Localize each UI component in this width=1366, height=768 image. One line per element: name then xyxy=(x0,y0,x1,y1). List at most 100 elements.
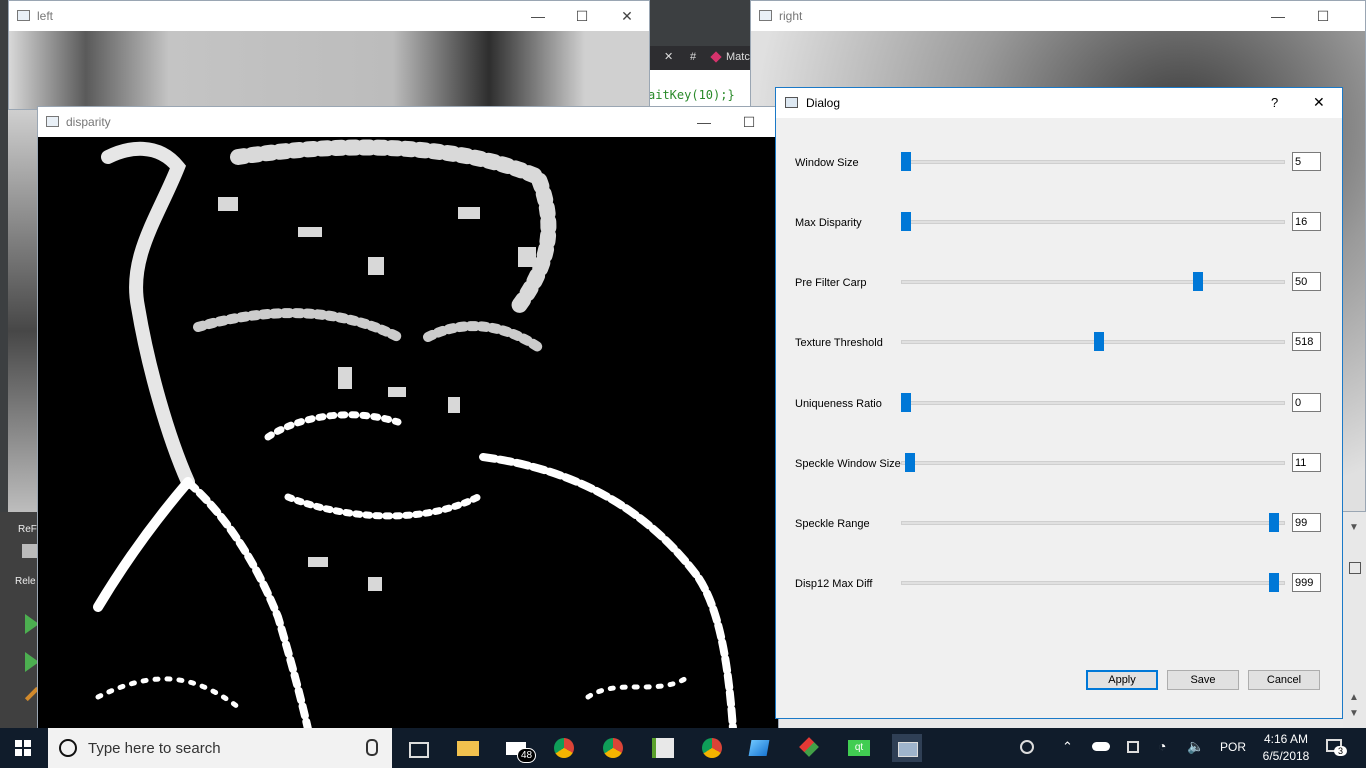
slider-handle[interactable] xyxy=(1193,272,1203,291)
slider-handle[interactable] xyxy=(1269,573,1279,592)
maximize-icon[interactable]: ☐ xyxy=(726,107,772,137)
app-icon xyxy=(759,10,772,21)
slider-value-field[interactable]: 50 xyxy=(1292,272,1321,291)
slider-value-field[interactable]: 11 xyxy=(1292,453,1321,472)
volume-icon[interactable]: 🔈 xyxy=(1187,738,1204,755)
slider-value-field[interactable]: 999 xyxy=(1292,573,1321,592)
slider-value-field[interactable]: 99 xyxy=(1292,513,1321,532)
scroll-down-icon[interactable]: ▼ xyxy=(1349,522,1359,533)
slider-handle[interactable] xyxy=(901,212,911,231)
cortana-icon xyxy=(59,739,77,757)
slider-label: Disp12 Max Diff xyxy=(795,578,873,590)
monitor-icon[interactable] xyxy=(22,544,38,558)
ide-left-panel: ReF Rele xyxy=(0,512,40,728)
slider-handle[interactable] xyxy=(1094,332,1104,351)
left-titlebar[interactable]: left — ☐ ✕ xyxy=(9,1,649,31)
close-icon[interactable]: ✕ xyxy=(604,1,650,31)
slider-value-field[interactable]: 16 xyxy=(1292,212,1321,231)
left-window-title: left xyxy=(37,9,54,23)
chrome-profile-icon[interactable] xyxy=(600,734,628,762)
right-scrollbar[interactable]: ▼ ▲ ▼ xyxy=(1343,510,1366,728)
slider-label: Pre Filter Carp xyxy=(795,277,867,289)
tab-match-icon xyxy=(710,51,722,63)
slider-label: Max Disparity xyxy=(795,217,862,229)
mail-icon[interactable]: 48 xyxy=(503,734,537,763)
dialog-app-taskbar-icon[interactable] xyxy=(892,734,922,762)
maximize-icon[interactable]: ☐ xyxy=(559,1,605,31)
slider-label: Window Size xyxy=(795,157,859,169)
qt-creator-icon[interactable]: qt xyxy=(845,734,873,762)
paint-app-icon[interactable] xyxy=(746,734,774,762)
minimize-icon[interactable]: — xyxy=(515,1,561,31)
slider-track[interactable] xyxy=(901,220,1285,224)
tab-match[interactable]: Matc xyxy=(726,51,750,63)
slider-handle[interactable] xyxy=(901,152,911,171)
editor-tab-strip: ✕ # Matc xyxy=(650,46,760,70)
slider-value-field[interactable]: 5 xyxy=(1292,152,1321,171)
chrome-icon[interactable] xyxy=(551,734,579,762)
taskbar-search-box[interactable]: Type here to search xyxy=(48,728,392,768)
slider-track[interactable] xyxy=(901,521,1285,525)
dialog-app-icon xyxy=(785,97,798,108)
close-button[interactable]: ✕ xyxy=(1313,94,1325,111)
code-line: aitKey(10);} xyxy=(648,88,735,102)
dialog-titlebar[interactable]: Dialog ? ✕ xyxy=(776,88,1342,118)
right-window-title: right xyxy=(779,9,803,23)
left-camera-image xyxy=(9,31,649,109)
slider-label: Speckle Window Size xyxy=(795,458,901,470)
scroll-down-icon-2[interactable]: ▼ xyxy=(1349,708,1359,719)
disparity-titlebar[interactable]: disparity — ☐ xyxy=(38,107,778,137)
task-view-icon[interactable] xyxy=(404,734,432,762)
slider-track[interactable] xyxy=(901,401,1285,405)
slider-handle[interactable] xyxy=(901,393,911,412)
windows-start-icon[interactable] xyxy=(15,740,31,756)
scroll-minimize-icon[interactable] xyxy=(1349,562,1361,574)
tab-hash[interactable]: # xyxy=(690,51,696,63)
clock-date[interactable]: 6/5/2018 xyxy=(1256,749,1316,763)
minimize-icon[interactable]: — xyxy=(681,107,727,137)
help-button[interactable]: ? xyxy=(1271,95,1278,110)
slider-track[interactable] xyxy=(901,340,1285,344)
notification-badge: 3 xyxy=(1334,746,1348,756)
slider-handle[interactable] xyxy=(1269,513,1279,532)
git-app-icon[interactable] xyxy=(796,734,824,762)
ide-label-release: Rele xyxy=(15,576,36,587)
chevron-up-icon[interactable]: ⌃ xyxy=(1062,739,1073,755)
wifi-icon[interactable]: ◔ xyxy=(1158,738,1166,754)
slider-track[interactable] xyxy=(901,160,1285,164)
people-icon[interactable] xyxy=(1020,740,1034,754)
clock-time[interactable]: 4:16 AM xyxy=(1260,732,1312,746)
onedrive-icon[interactable] xyxy=(1092,742,1110,751)
slider-value-field[interactable]: 518 xyxy=(1292,332,1321,351)
chrome-profile-icon-2[interactable] xyxy=(699,734,727,762)
microphone-icon[interactable] xyxy=(366,739,378,756)
language-indicator[interactable]: POR xyxy=(1220,740,1246,754)
slider-handle[interactable] xyxy=(905,453,915,472)
close-tab-icon[interactable]: ✕ xyxy=(664,50,673,63)
ide-label-refactor: ReF xyxy=(18,524,37,535)
slider-value-field[interactable]: 0 xyxy=(1292,393,1321,412)
stereo-params-dialog[interactable]: Dialog ? ✕ Window Size 5 Max Disparity 16 Pr… xyxy=(775,87,1343,719)
battery-icon[interactable] xyxy=(1127,741,1139,753)
scroll-up-icon[interactable]: ▲ xyxy=(1349,692,1359,703)
right-titlebar[interactable]: right — ☐ xyxy=(751,1,1365,31)
maximize-icon[interactable]: ☐ xyxy=(1300,1,1346,31)
slider-label: Speckle Range xyxy=(795,518,870,530)
file-explorer-icon[interactable] xyxy=(454,734,482,762)
slider-track[interactable] xyxy=(901,280,1285,284)
slider-track[interactable] xyxy=(901,461,1285,465)
minimize-icon[interactable]: — xyxy=(1255,1,1301,31)
left-window[interactable]: left — ☐ ✕ xyxy=(8,0,650,110)
disparity-map-graphic xyxy=(93,139,737,729)
cancel-button[interactable]: Cancel xyxy=(1248,670,1320,690)
slider-track[interactable] xyxy=(901,581,1285,585)
save-button[interactable]: Save xyxy=(1167,670,1239,690)
apply-button[interactable]: Apply xyxy=(1086,670,1158,690)
app-icon xyxy=(46,116,59,127)
dialog-title: Dialog xyxy=(806,96,841,110)
chart-app-icon[interactable] xyxy=(648,734,676,762)
taskbar: Type here to search 48 qt ⌃ ◔ 🔈 POR 4:16… xyxy=(0,728,1366,768)
disparity-window[interactable]: disparity — ☐ xyxy=(37,106,779,729)
slider-label: Texture Threshold xyxy=(795,337,883,349)
disparity-window-title: disparity xyxy=(66,115,111,129)
